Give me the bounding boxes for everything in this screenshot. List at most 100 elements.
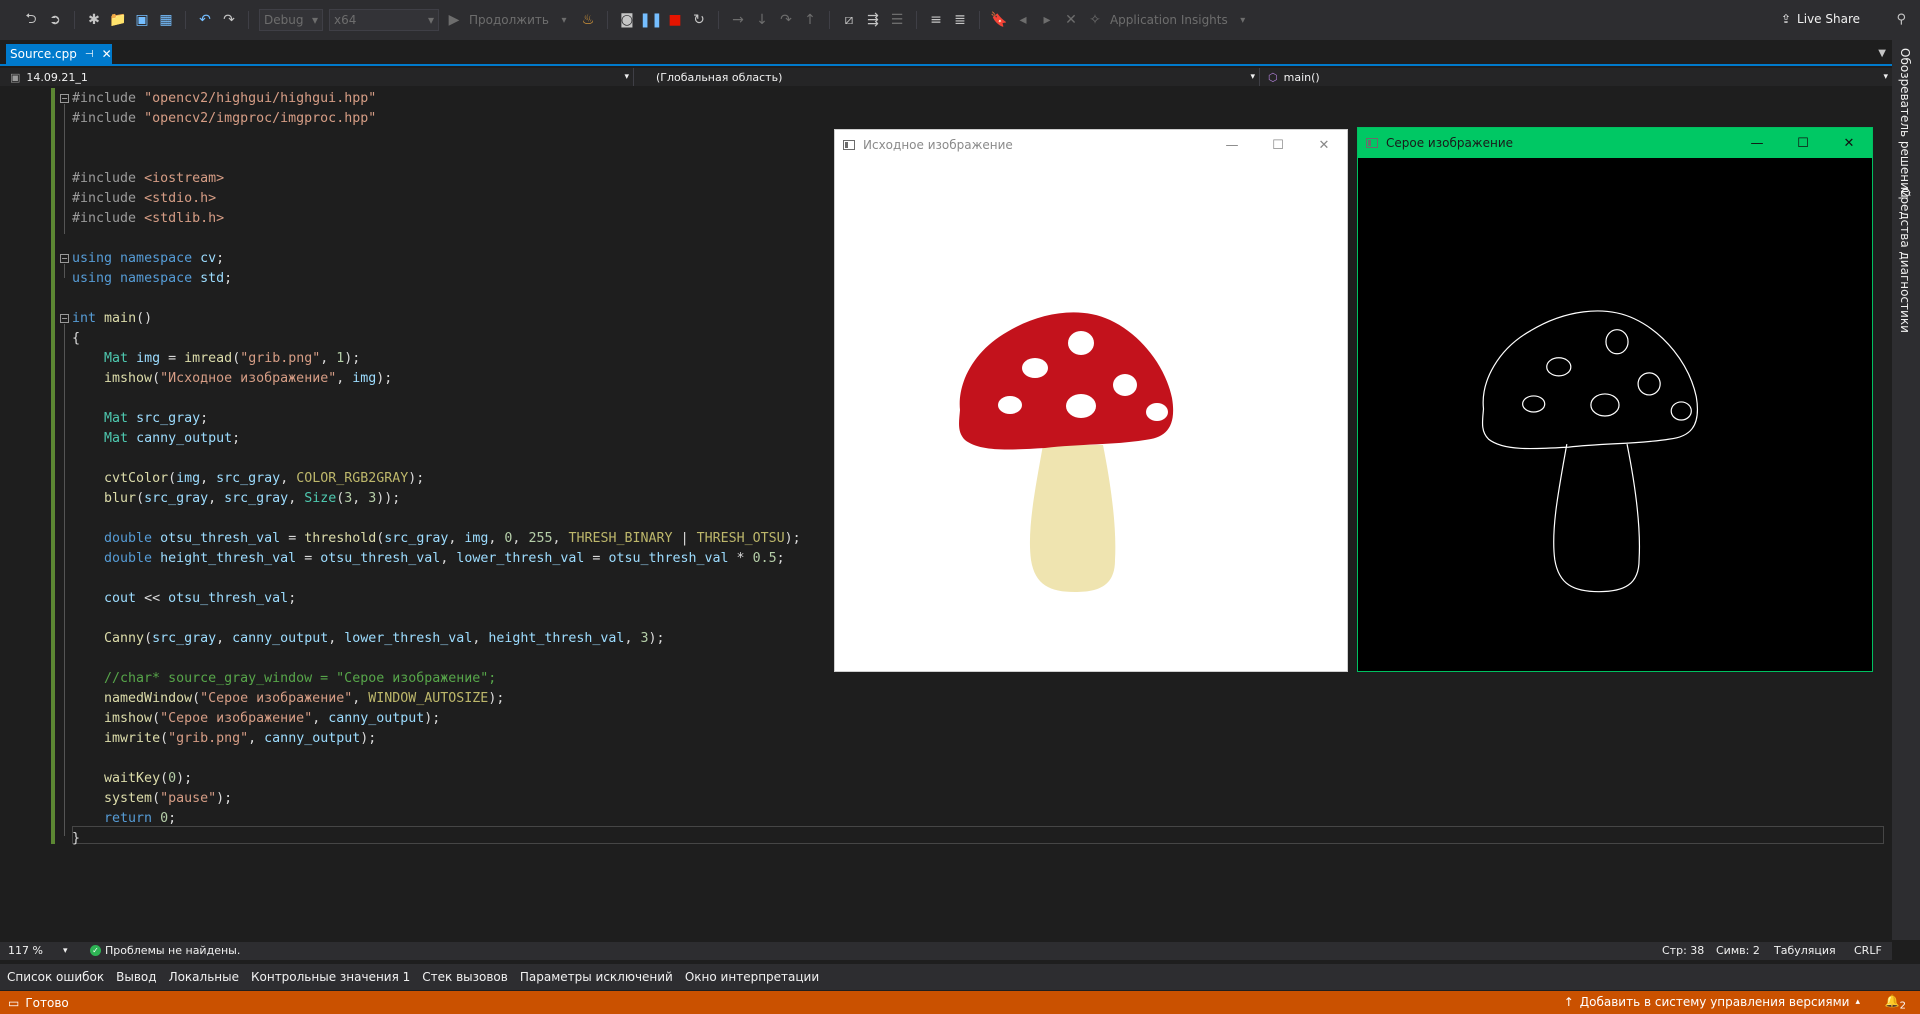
chevron-down-icon[interactable]: ▼ bbox=[1878, 48, 1886, 59]
code-line[interactable]: Mat src_gray; bbox=[72, 409, 801, 429]
code-line[interactable]: int main() bbox=[72, 309, 801, 329]
code-line[interactable]: using namespace cv; bbox=[72, 249, 801, 269]
scope-dropdown[interactable]: (Глобальная область) ▾ bbox=[636, 68, 1260, 86]
minimize-button[interactable]: — bbox=[1734, 128, 1780, 158]
bottom-tab[interactable]: Контрольные значения 1 bbox=[250, 970, 411, 984]
continue-button[interactable]: Продолжить bbox=[469, 13, 549, 27]
prev-bookmark-icon[interactable]: ◂ bbox=[1014, 11, 1032, 29]
code-line[interactable]: #include <iostream> bbox=[72, 169, 801, 189]
tab-source-cpp[interactable]: Source.cpp ⊣ ✕ bbox=[6, 44, 112, 64]
code-line[interactable]: #include "opencv2/imgproc/imgproc.hpp" bbox=[72, 109, 801, 129]
live-share-button[interactable]: ⇪ Live Share bbox=[1781, 12, 1860, 26]
step-over-icon[interactable]: ↷ bbox=[777, 11, 795, 29]
code-line[interactable]: ​ bbox=[72, 609, 801, 629]
bottom-tab[interactable]: Параметры исключений bbox=[519, 970, 674, 984]
code-line[interactable]: #include <stdio.h> bbox=[72, 189, 801, 209]
play-icon[interactable]: ▶ bbox=[445, 11, 463, 29]
code-line[interactable]: } bbox=[72, 829, 801, 849]
redo-icon[interactable]: ↷ bbox=[220, 11, 238, 29]
chevron-down-icon[interactable]: ▾ bbox=[555, 11, 573, 29]
code-line[interactable]: ​ bbox=[72, 389, 801, 409]
config-select[interactable]: Debug ▾ bbox=[259, 9, 323, 31]
problems-indicator[interactable]: ✓ Проблемы не найдены. bbox=[90, 944, 240, 957]
chevron-down-icon[interactable]: ▾ bbox=[1234, 11, 1252, 29]
clear-bookmarks-icon[interactable]: ✕ bbox=[1062, 11, 1080, 29]
account-icon[interactable]: ⚲ bbox=[1896, 12, 1906, 27]
indent-indicator[interactable]: Табуляция bbox=[1774, 944, 1836, 957]
diagnostic-tools-tab[interactable]: Средства диагностики bbox=[1898, 188, 1912, 333]
back-icon[interactable]: ⮌ bbox=[22, 11, 40, 29]
bottom-tab[interactable]: Список ошибок bbox=[6, 970, 105, 984]
uncomment-icon[interactable]: ≣ bbox=[951, 11, 969, 29]
window-titlebar[interactable]: Исходное изображение — ☐ ✕ bbox=[835, 130, 1347, 160]
code-line[interactable]: double height_thresh_val = otsu_thresh_v… bbox=[72, 549, 801, 569]
member-dropdown[interactable]: ⬡ main() ▾ bbox=[1262, 68, 1892, 86]
save-icon[interactable]: ▣ bbox=[133, 11, 151, 29]
code-line[interactable]: ​ bbox=[72, 149, 801, 169]
code-line[interactable]: system("pause"); bbox=[72, 789, 801, 809]
hex-display-icon[interactable]: ⧄ bbox=[840, 11, 858, 29]
stop-icon[interactable]: ■ bbox=[666, 11, 684, 29]
bulb-icon[interactable]: ✧ bbox=[1086, 11, 1104, 29]
code-line[interactable]: ​ bbox=[72, 129, 801, 149]
open-file-icon[interactable]: 📁 bbox=[109, 11, 127, 29]
step-into-icon[interactable]: ↓ bbox=[753, 11, 771, 29]
original-image-window[interactable]: Исходное изображение — ☐ ✕ bbox=[834, 129, 1348, 672]
pause-icon[interactable]: ❚❚ bbox=[639, 11, 662, 29]
show-next-statement-icon[interactable]: → bbox=[729, 11, 747, 29]
code-line[interactable]: return 0; bbox=[72, 809, 801, 829]
close-button[interactable]: ✕ bbox=[1826, 128, 1872, 158]
project-dropdown[interactable]: ▣ 14.09.21_1 ▾ bbox=[0, 68, 634, 86]
bottom-tab[interactable]: Стек вызовов bbox=[421, 970, 509, 984]
undo-icon[interactable]: ↶ bbox=[196, 11, 214, 29]
restart-icon[interactable]: ↻ bbox=[690, 11, 708, 29]
platform-select[interactable]: x64 ▾ bbox=[329, 9, 439, 31]
fold-toggle[interactable]: − bbox=[60, 314, 69, 323]
code-line[interactable]: cvtColor(img, src_gray, COLOR_RGB2GRAY); bbox=[72, 469, 801, 489]
bottom-tab[interactable]: Вывод bbox=[115, 970, 157, 984]
bottom-tab[interactable]: Локальные bbox=[168, 970, 240, 984]
zoom-dropdown[interactable]: 117 % ▾ bbox=[8, 944, 67, 957]
code-line[interactable]: ​ bbox=[72, 569, 801, 589]
code-line[interactable]: Mat canny_output; bbox=[72, 429, 801, 449]
code-line[interactable]: { bbox=[72, 329, 801, 349]
code-line[interactable]: double otsu_thresh_val = threshold(src_g… bbox=[72, 529, 801, 549]
code-line[interactable]: waitKey(0); bbox=[72, 769, 801, 789]
code-line[interactable]: ​ bbox=[72, 449, 801, 469]
code-line[interactable]: imshow("Серое изображение", canny_output… bbox=[72, 709, 801, 729]
code-line[interactable]: ​ bbox=[72, 289, 801, 309]
code-line[interactable]: namedWindow("Серое изображение", WINDOW_… bbox=[72, 689, 801, 709]
fold-toggle[interactable]: − bbox=[60, 94, 69, 103]
comment-icon[interactable]: ≡ bbox=[927, 11, 945, 29]
next-bookmark-icon[interactable]: ▸ bbox=[1038, 11, 1056, 29]
close-button[interactable]: ✕ bbox=[1301, 130, 1347, 160]
code-line[interactable]: cout << otsu_thresh_val; bbox=[72, 589, 801, 609]
code-line[interactable]: ​ bbox=[72, 649, 801, 669]
maximize-button[interactable]: ☐ bbox=[1255, 130, 1301, 160]
maximize-button[interactable]: ☐ bbox=[1780, 128, 1826, 158]
threads-icon[interactable]: ⇶ bbox=[864, 11, 882, 29]
code-line[interactable]: imwrite("grib.png", canny_output); bbox=[72, 729, 801, 749]
minimize-button[interactable]: — bbox=[1209, 130, 1255, 160]
new-item-icon[interactable]: ✱ bbox=[85, 11, 103, 29]
col-indicator[interactable]: Симв: 2 bbox=[1716, 944, 1760, 957]
line-indicator[interactable]: Стр: 38 bbox=[1662, 944, 1704, 957]
pin-icon[interactable]: ⊣ bbox=[85, 49, 94, 60]
gray-image-window[interactable]: Серое изображение — ☐ ✕ bbox=[1357, 127, 1873, 672]
code-line[interactable]: Canny(src_gray, canny_output, lower_thre… bbox=[72, 629, 801, 649]
code-line[interactable]: ​ bbox=[72, 229, 801, 249]
bookmark-icon[interactable]: 🔖 bbox=[990, 11, 1008, 29]
code-line[interactable]: imshow("Исходное изображение", img); bbox=[72, 369, 801, 389]
window-titlebar[interactable]: Серое изображение — ☐ ✕ bbox=[1358, 128, 1872, 158]
code-line[interactable]: #include <stdlib.h> bbox=[72, 209, 801, 229]
save-all-icon[interactable]: ▦ bbox=[157, 11, 175, 29]
forward-icon[interactable]: ➲ bbox=[46, 11, 64, 29]
code-line[interactable]: #include "opencv2/highgui/highgui.hpp" bbox=[72, 89, 801, 109]
code-line[interactable]: using namespace std; bbox=[72, 269, 801, 289]
code-line[interactable]: ​ bbox=[72, 509, 801, 529]
app-insights-button[interactable]: Application Insights bbox=[1110, 13, 1228, 27]
code-text[interactable]: #include "opencv2/highgui/highgui.hpp" #i… bbox=[72, 89, 801, 849]
stack-frame-icon[interactable]: ☰ bbox=[888, 11, 906, 29]
code-line[interactable]: ​ bbox=[72, 749, 801, 769]
eol-indicator[interactable]: CRLF bbox=[1854, 944, 1882, 957]
